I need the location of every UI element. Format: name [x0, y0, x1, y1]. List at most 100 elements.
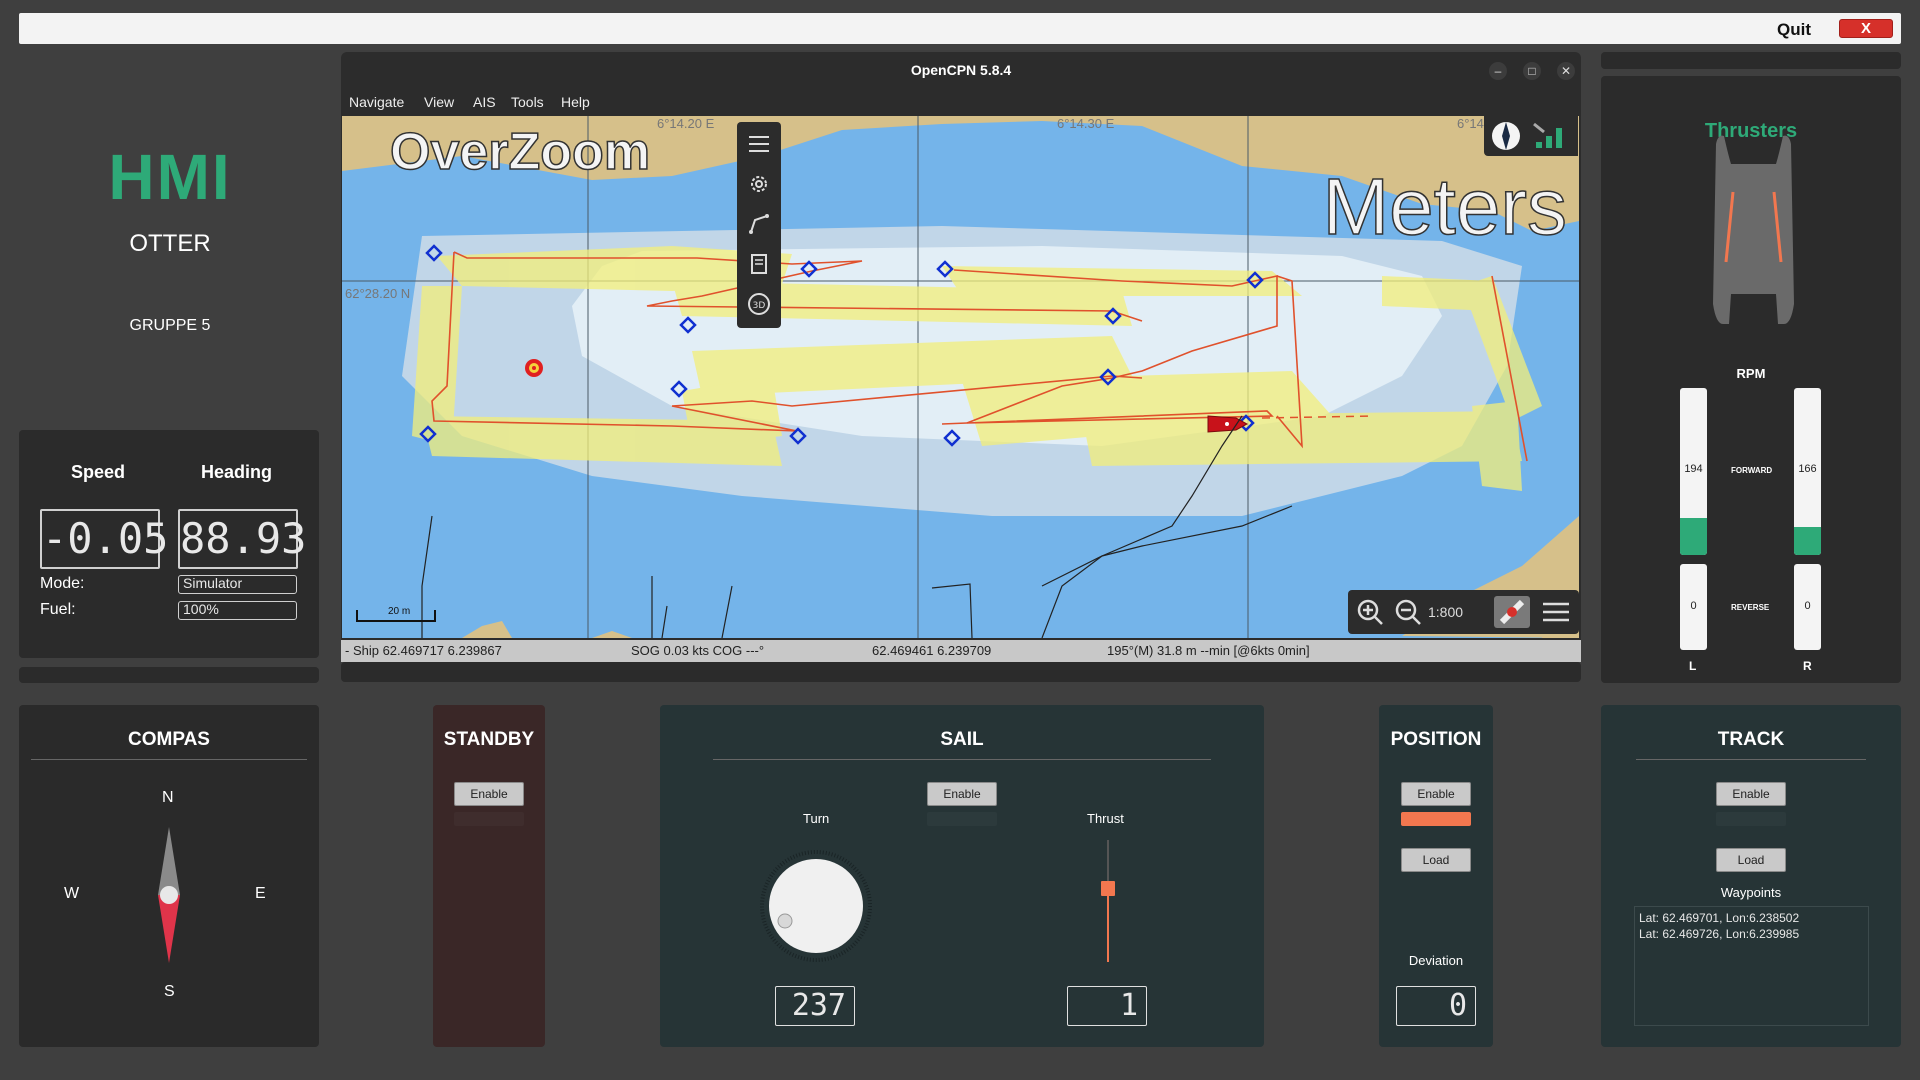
thrust-slider-fill [1107, 886, 1109, 962]
position-load-button[interactable]: Load [1401, 848, 1471, 872]
thrusters-panel: Thrusters RPM 194 0 166 0 FORWARD REVERS… [1601, 76, 1901, 683]
lon-tick-1: 6°14.20 E [657, 116, 715, 131]
right-forward-bar: 166 [1794, 388, 1821, 555]
deviation-label: Deviation [1408, 953, 1464, 968]
boat-hull-icon [1713, 135, 1794, 324]
menu-bar: Navigate View AIS Tools Help [341, 88, 1581, 116]
quit-button[interactable]: X [1839, 19, 1893, 38]
compass-divider [31, 759, 307, 760]
right-reverse-bar: 0 [1794, 564, 1821, 650]
chart-page-icon[interactable] [747, 252, 771, 276]
mode-label: Mode: [40, 575, 85, 592]
track-title: TRACK [1717, 729, 1785, 750]
compass-panel: COMPAS N S E W [19, 705, 319, 1047]
standby-panel: STANDBY Enable [433, 705, 545, 1047]
compass-east: E [255, 885, 266, 902]
left-strip [19, 667, 319, 683]
left-reverse-value: 0 [1690, 600, 1697, 612]
thrust-slider-handle[interactable] [1101, 881, 1115, 896]
menu-view[interactable]: View [424, 94, 454, 110]
sail-status-indicator [927, 812, 997, 826]
hamburger-menu-icon[interactable] [1541, 600, 1571, 624]
overzoom-label: OverZoom [389, 122, 651, 182]
thrust-display: 1 [1067, 986, 1147, 1026]
menu-navigate[interactable]: Navigate [349, 94, 404, 110]
thrust-slider-track [1107, 840, 1109, 962]
standby-status-indicator [454, 812, 524, 826]
heading-display: 88.93 [178, 509, 306, 569]
menu-help[interactable]: Help [561, 94, 590, 110]
maximize-icon[interactable]: □ [1523, 62, 1541, 80]
standby-enable-button[interactable]: Enable [454, 782, 524, 806]
menu-icon[interactable] [747, 132, 771, 156]
waypoint-item[interactable]: Lat: 62.469726, Lon:6.239985 [1639, 926, 1864, 942]
meters-label: Meters [1322, 161, 1568, 252]
bearing-distance: 195°(M) 31.8 m --min [@6kts 0min] [1107, 643, 1310, 658]
gear-icon[interactable] [747, 172, 771, 196]
hmi-subtitle: OTTER [129, 230, 211, 257]
chart-toolbar: 3D [737, 122, 781, 328]
lon-tick-2: 6°14.30 E [1057, 116, 1115, 131]
svg-text:3D: 3D [753, 301, 766, 311]
right-thruster-label: R [1803, 659, 1812, 673]
turn-dial[interactable] [760, 850, 872, 962]
fuel-label: Fuel: [40, 601, 76, 618]
compass-south: S [164, 983, 175, 1000]
waypoints-label: Waypoints [1720, 885, 1782, 900]
lon-tick-3: 6°14. [1457, 116, 1488, 131]
heading-label: Heading [201, 462, 273, 482]
zoom-out-icon[interactable] [1394, 598, 1422, 626]
hmi-group: GRUPPE 5 [129, 317, 211, 334]
rpm-label: RPM [1736, 366, 1766, 381]
standby-title: STANDBY [443, 729, 535, 750]
compass-needle-icon [158, 827, 180, 963]
minimize-icon[interactable]: – [1489, 62, 1507, 80]
deviation-display: 0 [1396, 986, 1476, 1026]
left-forward-value: 194 [1684, 463, 1703, 475]
3d-icon[interactable]: 3D [747, 292, 771, 316]
waypoints-list[interactable]: Lat: 62.469701, Lon:6.238502 Lat: 62.469… [1634, 906, 1869, 1026]
thrust-label: Thrust [1087, 811, 1124, 826]
chart-scale: 1:800 [1428, 604, 1464, 620]
track-panel: TRACK Enable Load Waypoints Lat: 62.4697… [1601, 705, 1901, 1047]
position-enable-button[interactable]: Enable [1401, 782, 1471, 806]
forward-label: FORWARD [1731, 466, 1773, 475]
menu-tools[interactable]: Tools [511, 94, 544, 110]
left-forward-fill [1680, 518, 1707, 555]
zoom-in-icon[interactable] [1356, 598, 1384, 626]
turn-display: 237 [775, 986, 855, 1026]
sail-enable-button[interactable]: Enable [927, 782, 997, 806]
quit-label: Quit [1777, 20, 1811, 39]
follow-ship-icon[interactable] [1494, 596, 1530, 628]
window-title: OpenCPN 5.8.4 [910, 62, 1012, 78]
track-enable-button[interactable]: Enable [1716, 782, 1786, 806]
status-icons [1484, 116, 1578, 156]
chart-canvas[interactable]: OverZoom Meters 6°14.20 E 6°14.30 E 6°14… [342, 116, 1579, 638]
right-top-strip [1601, 52, 1901, 69]
hmi-title: HMI [108, 141, 232, 213]
sail-divider [713, 759, 1211, 760]
reverse-label: REVERSE [1731, 603, 1770, 612]
sail-panel: SAIL Enable Turn Thrust 237 1 [660, 705, 1264, 1047]
nav-status-panel: Speed Heading -0.05 88.93 Mode: Simulato… [19, 430, 319, 658]
scalebar: 20 m [356, 606, 436, 622]
route-icon[interactable] [747, 212, 771, 236]
close-icon[interactable]: ✕ [1557, 62, 1575, 80]
ship-position: - Ship 62.469717 6.239867 [345, 643, 502, 658]
cursor-position: 62.469461 6.239709 [872, 643, 992, 658]
sog-cog: SOG 0.03 kts COG ---° [631, 643, 765, 658]
signal-bars-icon [1536, 128, 1562, 148]
position-title: POSITION [1390, 729, 1482, 750]
waypoint-item[interactable]: Lat: 62.469701, Lon:6.238502 [1639, 910, 1864, 926]
lat-tick: 62°28.20 N [345, 286, 411, 301]
right-forward-fill [1794, 526, 1821, 555]
track-status-indicator [1716, 812, 1786, 826]
compass-title: COMPAS [128, 729, 210, 750]
left-reverse-bar: 0 [1680, 564, 1707, 650]
scalebar-label: 20 m [388, 606, 411, 617]
speed-label: Speed [71, 462, 126, 482]
opencpn-window: OpenCPN 5.8.4 – □ ✕ Navigate View AIS To… [341, 52, 1581, 662]
right-reverse-value: 0 [1804, 600, 1811, 612]
track-load-button[interactable]: Load [1716, 848, 1786, 872]
menu-ais[interactable]: AIS [473, 94, 496, 110]
